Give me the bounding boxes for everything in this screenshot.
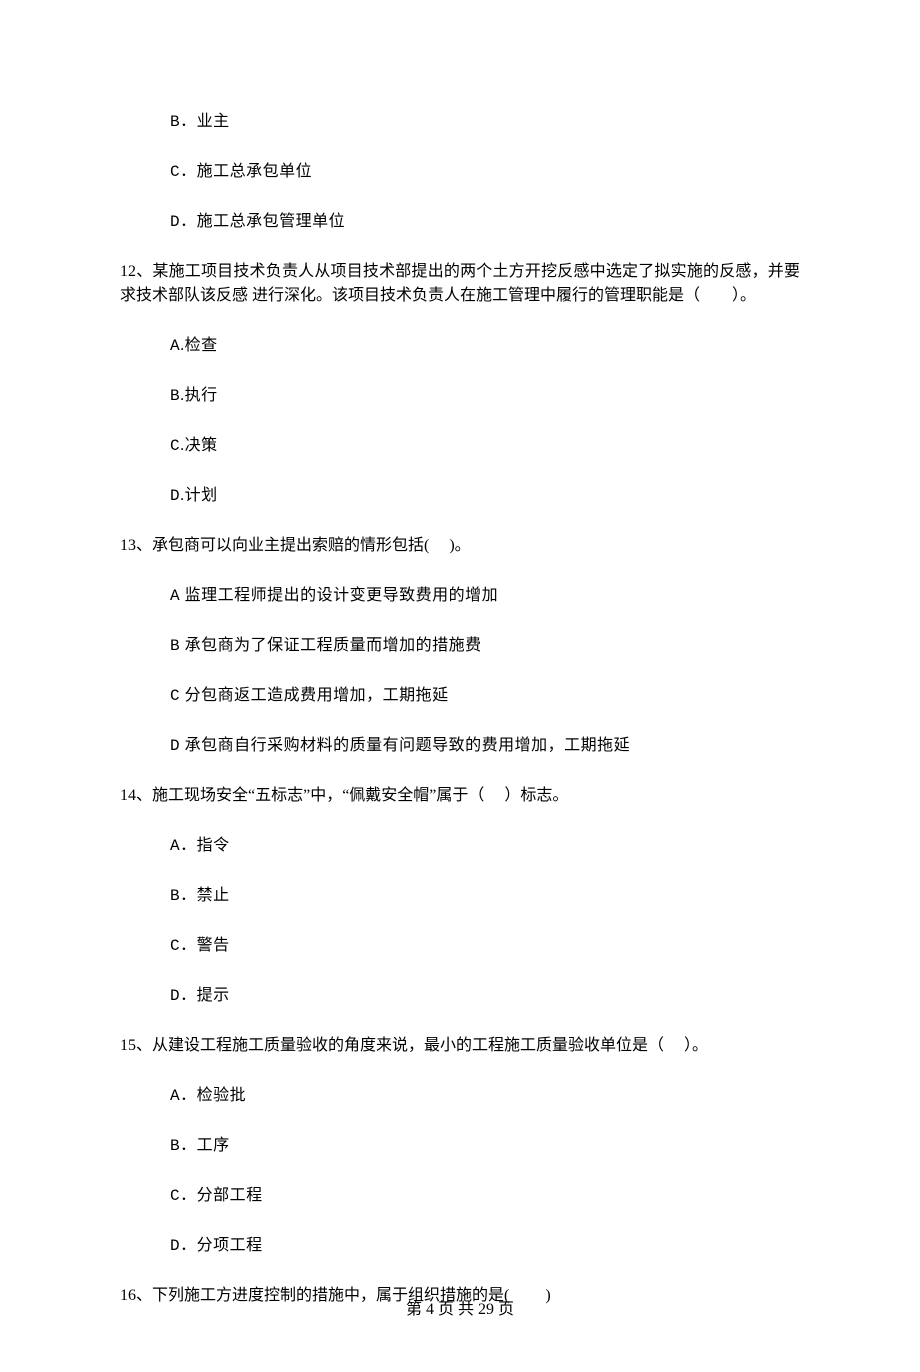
option-letter: C: [170, 937, 180, 955]
document-page: B．业主 C．施工总承包单位 D．施工总承包管理单位 12、某施工项目技术负责人…: [0, 0, 920, 1372]
option-letter: D: [170, 737, 180, 755]
option-letter: B: [170, 887, 180, 905]
option-letter: B: [170, 113, 180, 131]
q14-prompt: 14、施工现场安全“五标志”中，“佩戴安全帽”属于（ ）标志。: [120, 784, 800, 808]
q12-option-d: D.计划: [170, 484, 800, 508]
option-text: 禁止: [197, 887, 230, 904]
option-letter: C: [170, 163, 180, 181]
q15-option-a: A．检验批: [170, 1084, 800, 1108]
option-text: 决策: [185, 437, 218, 454]
q11-option-d: D．施工总承包管理单位: [170, 210, 800, 234]
option-sep: ．: [180, 113, 197, 130]
option-text: 施工总承包管理单位: [197, 213, 346, 230]
option-text: 计划: [185, 487, 218, 504]
option-sep: ．: [180, 1087, 197, 1104]
option-text: 监理工程师提出的设计变更导致费用的增加: [185, 587, 499, 604]
option-text: 检验批: [197, 1087, 247, 1104]
option-text: 提示: [197, 987, 230, 1004]
option-sep: ．: [180, 887, 197, 904]
option-text: 业主: [197, 113, 230, 130]
q15-option-b: B．工序: [170, 1134, 800, 1158]
q15-option-c: C．分部工程: [170, 1184, 800, 1208]
q13-option-b: B 承包商为了保证工程质量而增加的措施费: [170, 634, 800, 658]
q13-option-a: A 监理工程师提出的设计变更导致费用的增加: [170, 584, 800, 608]
option-sep: ．: [180, 837, 197, 854]
q12-option-c: C.决策: [170, 434, 800, 458]
option-letter: A: [170, 1087, 180, 1105]
option-letter: A: [170, 837, 180, 855]
option-sep: ．: [180, 1137, 197, 1154]
option-letter: B: [170, 637, 180, 655]
option-text: 指令: [197, 837, 230, 854]
option-text: 检查: [185, 337, 218, 354]
option-text: 分项工程: [197, 1237, 263, 1254]
option-text: 执行: [185, 387, 218, 404]
option-letter: C: [170, 1187, 180, 1205]
option-text: 承包商为了保证工程质量而增加的措施费: [185, 637, 482, 654]
option-letter: B: [170, 387, 180, 405]
option-letter: A: [170, 337, 180, 355]
option-letter: D: [170, 213, 180, 231]
option-letter: C: [170, 687, 180, 705]
option-letter: B: [170, 1137, 180, 1155]
option-sep: ．: [180, 937, 197, 954]
q14-option-c: C．警告: [170, 934, 800, 958]
q13-option-d: D 承包商自行采购材料的质量有问题导致的费用增加，工期拖延: [170, 734, 800, 758]
q12-option-a: A.检查: [170, 334, 800, 358]
q11-option-c: C．施工总承包单位: [170, 160, 800, 184]
option-letter: D: [170, 487, 180, 505]
option-text: 分部工程: [197, 1187, 263, 1204]
q13-option-c: C 分包商返工造成费用增加，工期拖延: [170, 684, 800, 708]
option-text: 警告: [197, 937, 230, 954]
option-letter: A: [170, 587, 180, 605]
option-letter: C: [170, 437, 180, 455]
q14-option-a: A．指令: [170, 834, 800, 858]
option-letter: D: [170, 1237, 180, 1255]
q13-prompt: 13、承包商可以向业主提出索赔的情形包括( )。: [120, 534, 800, 558]
q11-option-b: B．业主: [170, 110, 800, 134]
option-text: 分包商返工造成费用增加，工期拖延: [185, 687, 449, 704]
option-sep: ．: [180, 213, 197, 230]
option-text: 承包商自行采购材料的质量有问题导致的费用增加，工期拖延: [185, 737, 631, 754]
q15-option-d: D．分项工程: [170, 1234, 800, 1258]
option-sep: ．: [180, 163, 197, 180]
q14-option-b: B．禁止: [170, 884, 800, 908]
q12-option-b: B.执行: [170, 384, 800, 408]
q12-prompt: 12、某施工项目技术负责人从项目技术部提出的两个土方开挖反感中选定了拟实施的反感…: [120, 260, 800, 308]
q14-option-d: D．提示: [170, 984, 800, 1008]
option-sep: ．: [180, 1237, 197, 1254]
option-text: 施工总承包单位: [197, 163, 313, 180]
option-sep: ．: [180, 987, 197, 1004]
q15-prompt: 15、从建设工程施工质量验收的角度来说，最小的工程施工质量验收单位是（ ）。: [120, 1034, 800, 1058]
option-letter: D: [170, 987, 180, 1005]
option-sep: ．: [180, 1187, 197, 1204]
option-text: 工序: [197, 1137, 230, 1154]
